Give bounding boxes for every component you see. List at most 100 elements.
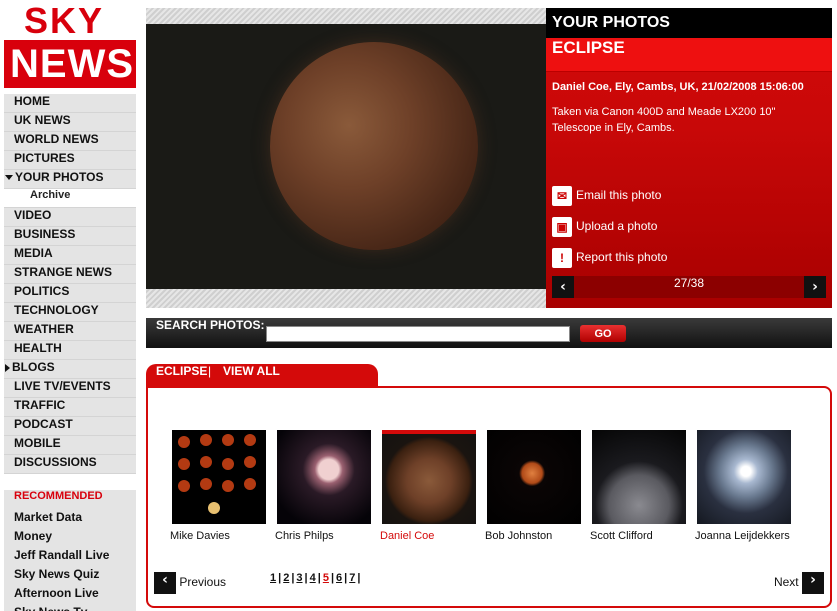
page-separator: | bbox=[357, 572, 361, 584]
nav-item-pictures[interactable]: PICTURES bbox=[4, 151, 136, 170]
thumbnail-caption[interactable]: Daniel Coe bbox=[380, 530, 490, 542]
moon-phase-dot bbox=[244, 434, 256, 446]
gallery-next-button[interactable]: Next › bbox=[774, 572, 824, 594]
nav-item-strange-news[interactable]: STRANGE NEWS bbox=[4, 265, 136, 284]
thumbnail-caption[interactable]: Scott Clifford bbox=[590, 530, 700, 542]
search-bar: SEARCH PHOTOS: GO bbox=[146, 318, 832, 348]
warning-icon: ! bbox=[552, 248, 572, 268]
nav-item-mobile[interactable]: MOBILE bbox=[4, 436, 136, 455]
nav-label: BUSINESS bbox=[14, 227, 76, 241]
nav-item-home[interactable]: HOME bbox=[4, 94, 136, 113]
moon-phase-dot bbox=[178, 458, 190, 470]
recommended-link[interactable]: Afternoon Live bbox=[4, 586, 136, 605]
nav-item-archive[interactable]: Archive bbox=[4, 189, 136, 208]
email-photo-link[interactable]: ✉ Email this photo bbox=[552, 186, 661, 208]
thumbnail-caption[interactable]: Mike Davies bbox=[170, 530, 280, 542]
tab-eclipse[interactable]: ECLIPSE bbox=[156, 364, 207, 378]
search-input[interactable] bbox=[266, 326, 570, 342]
chevron-left-icon: ‹ bbox=[154, 572, 176, 594]
photo-title: ECLIPSE bbox=[546, 38, 832, 72]
nav-label: BLOGS bbox=[12, 360, 55, 374]
envelope-icon: ✉ bbox=[552, 186, 572, 206]
recommended-box: RECOMMENDED Market Data Money Jeff Randall… bbox=[4, 490, 136, 611]
nav-label: PICTURES bbox=[14, 151, 75, 165]
moon-phase-dot bbox=[222, 480, 234, 492]
caret-down-icon bbox=[5, 175, 13, 181]
recommended-link[interactable]: Sky News Quiz bbox=[4, 567, 136, 586]
thumbnail-caption[interactable]: Chris Philps bbox=[275, 530, 385, 542]
main-photo[interactable] bbox=[146, 24, 546, 289]
page-link[interactable]: 4 bbox=[308, 572, 318, 584]
email-photo-label: Email this photo bbox=[576, 188, 662, 203]
nav-label: HEALTH bbox=[14, 341, 62, 355]
nav-item-world-news[interactable]: WORLD NEWS bbox=[4, 132, 136, 151]
logo-news-text: NEWS bbox=[10, 42, 134, 86]
next-photo-button[interactable]: › bbox=[804, 276, 826, 298]
eclipse-moon-image bbox=[270, 42, 478, 250]
tab-view-all[interactable]: VIEW ALL bbox=[223, 364, 280, 378]
page-link[interactable]: 2 bbox=[281, 572, 291, 584]
nav-label: WEATHER bbox=[14, 322, 74, 336]
page-link[interactable]: 7 bbox=[347, 572, 357, 584]
nav-item-politics[interactable]: POLITICS bbox=[4, 284, 136, 303]
page-link[interactable]: 3 bbox=[294, 572, 304, 584]
nav-item-uk-news[interactable]: UK NEWS bbox=[4, 113, 136, 132]
tab-separator: | bbox=[208, 364, 212, 378]
page-link[interactable]: 6 bbox=[334, 572, 344, 584]
nav-item-blogs[interactable]: BLOGS bbox=[4, 360, 136, 379]
nav-item-your-photos[interactable]: YOUR PHOTOS bbox=[4, 170, 136, 189]
thumbnail-pink-moon[interactable] bbox=[277, 430, 371, 524]
nav-label: UK NEWS bbox=[14, 113, 71, 127]
photo-counter: 27/38 bbox=[673, 276, 705, 290]
thumbnail-grey-moon[interactable] bbox=[592, 430, 686, 524]
photo-frame bbox=[146, 8, 546, 308]
nav-item-media[interactable]: MEDIA bbox=[4, 246, 136, 265]
recommended-link[interactable]: Sky News Tv bbox=[4, 605, 136, 611]
nav-label: VIDEO bbox=[14, 208, 52, 222]
nav-label: POLITICS bbox=[14, 284, 70, 298]
nav-item-traffic[interactable]: TRAFFIC bbox=[4, 398, 136, 417]
nav-item-podcast[interactable]: PODCAST bbox=[4, 417, 136, 436]
nav-item-video[interactable]: VIDEO bbox=[4, 208, 136, 227]
moon-phase-dot bbox=[244, 478, 256, 490]
nav-item-live-tv-events[interactable]: LIVE TV/EVENTS bbox=[4, 379, 136, 398]
recommended-title: RECOMMENDED bbox=[14, 490, 103, 502]
gallery-tabbar: ECLIPSE | VIEW ALL bbox=[146, 364, 378, 388]
thumbnail-small-orange-moon[interactable] bbox=[487, 430, 581, 524]
nav-label: LIVE TV/EVENTS bbox=[14, 379, 111, 393]
nav-label: TECHNOLOGY bbox=[14, 303, 99, 317]
upload-photo-link[interactable]: ▣ Upload a photo bbox=[552, 217, 657, 239]
nav-label: YOUR PHOTOS bbox=[15, 170, 104, 184]
recommended-link[interactable]: Money bbox=[4, 529, 136, 548]
nav-label: TRAFFIC bbox=[14, 398, 66, 412]
nav-label: DISCUSSIONS bbox=[14, 455, 97, 469]
thumbnail-copper-moon[interactable] bbox=[382, 430, 476, 524]
thumbnail-caption[interactable]: Bob Johnston bbox=[485, 530, 595, 542]
recommended-link[interactable]: Jeff Randall Live bbox=[4, 548, 136, 567]
moon-phase-dot bbox=[200, 478, 212, 490]
caret-right-icon bbox=[5, 363, 10, 372]
report-photo-link[interactable]: ! Report this photo bbox=[552, 248, 667, 270]
chevron-right-icon: › bbox=[812, 279, 818, 295]
thumbnail-moon-phases-grid[interactable] bbox=[172, 430, 266, 524]
nav-item-technology[interactable]: TECHNOLOGY bbox=[4, 303, 136, 322]
sky-news-logo[interactable]: SKY NEWS bbox=[4, 3, 136, 88]
gallery-previous-button[interactable]: ‹ Previous bbox=[154, 572, 226, 594]
photo-pager: ‹ 27/38 › bbox=[552, 276, 826, 298]
nav-item-business[interactable]: BUSINESS bbox=[4, 227, 136, 246]
page-link[interactable]: 1 bbox=[268, 572, 278, 584]
nav-label: HOME bbox=[14, 94, 50, 108]
nav-label: MOBILE bbox=[14, 436, 61, 450]
thumbnail-halo-moon[interactable] bbox=[697, 430, 791, 524]
moon-phase-dot bbox=[200, 456, 212, 468]
nav-item-weather[interactable]: WEATHER bbox=[4, 322, 136, 341]
nav-item-health[interactable]: HEALTH bbox=[4, 341, 136, 360]
photo-description: Taken via Canon 400D and Meade LX200 10"… bbox=[552, 106, 776, 134]
thumbnail-caption[interactable]: Joanna Leijdekkers bbox=[695, 530, 805, 542]
moon-phase-dot bbox=[178, 480, 190, 492]
nav-item-discussions[interactable]: DISCUSSIONS bbox=[4, 455, 136, 474]
search-go-button[interactable]: GO bbox=[580, 325, 626, 342]
recommended-link[interactable]: Market Data bbox=[4, 510, 136, 529]
thumbnail-gallery: Mike Davies Chris Philps Daniel Coe Bob Joh… bbox=[146, 386, 832, 608]
page-link[interactable]: 5 bbox=[321, 572, 331, 584]
